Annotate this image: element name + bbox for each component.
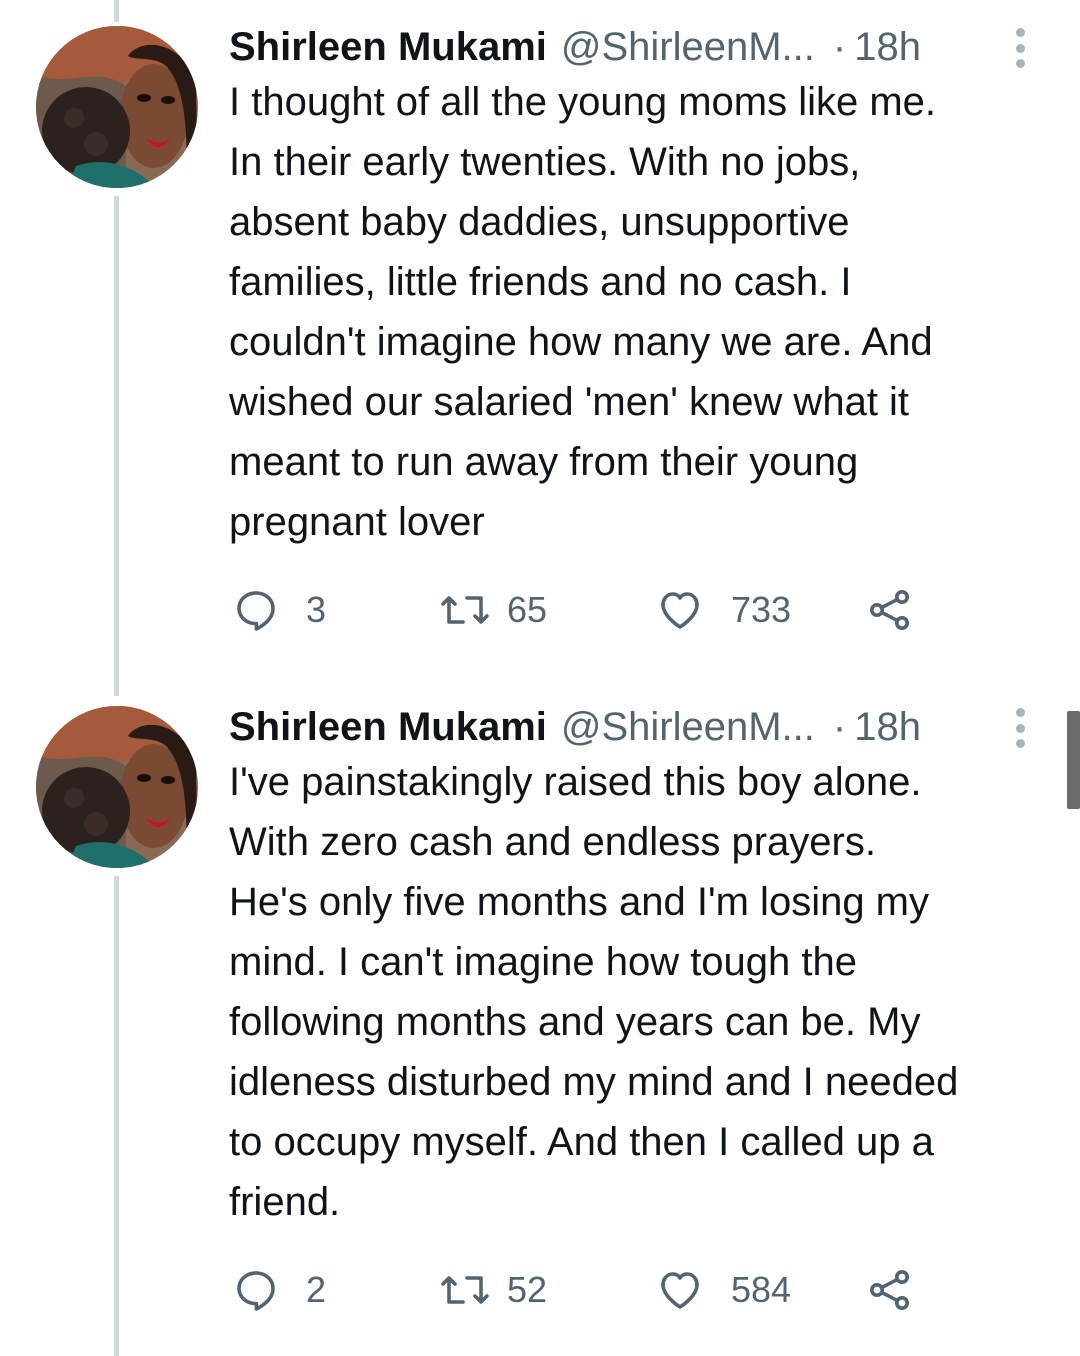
tweet-text-line: following months and years can be. My	[229, 1000, 921, 1044]
reply-count: 3	[306, 589, 327, 630]
author-name[interactable]: Shirleen Mukami	[229, 705, 547, 750]
author-name[interactable]: Shirleen Mukami	[229, 25, 547, 70]
tweet-actions: 3 65 733	[232, 585, 932, 635]
tweet-text: I've painstakingly raised this boy alone…	[229, 752, 1059, 1232]
tweet[interactable]: Shirleen Mukami @ShirleenM... · 18h I th…	[0, 22, 1080, 662]
thread-line-top	[114, 0, 119, 22]
tweet-text-line: couldn't imagine how many we are. And	[229, 320, 933, 364]
tweet-text-line: friend.	[229, 1180, 341, 1224]
tweet-text: I thought of all the young moms like me.…	[229, 72, 1059, 552]
tweet-text-line: absent baby daddies, unsupportive	[229, 200, 850, 244]
scrollbar-thumb[interactable]	[1067, 711, 1080, 809]
more-options-icon[interactable]	[1012, 28, 1028, 68]
tweet-text-line: meant to run away from their young	[229, 440, 859, 484]
share-icon	[870, 590, 909, 630]
retweet-button[interactable]: 65	[439, 585, 547, 635]
more-options-icon[interactable]	[1012, 708, 1028, 748]
separator-dot: ·	[832, 24, 847, 69]
tweet-header: Shirleen Mukami @ShirleenM... · 18h	[229, 702, 921, 752]
like-count: 733	[731, 589, 792, 630]
tweet-actions: 2 52 584	[232, 1265, 932, 1315]
share-button[interactable]	[866, 585, 914, 635]
tweet-thread: Shirleen Mukami @ShirleenM... · 18h I th…	[0, 0, 1080, 1356]
tweet-text-line: He's only five months and I'm losing my	[229, 880, 929, 924]
tweet-text-line: families, little friends and no cash. I	[229, 260, 852, 304]
retweet-icon	[441, 596, 489, 624]
retweet-count: 52	[507, 1269, 548, 1310]
tweet-text-line: idleness disturbed my mind and I needed	[229, 1060, 959, 1104]
separator-dot: ·	[832, 704, 847, 749]
like-icon	[661, 1272, 699, 1309]
tweet-text-line: to occupy myself. And then I called up a	[229, 1120, 934, 1164]
retweet-icon	[441, 1276, 489, 1304]
profile-photo-icon	[36, 706, 198, 868]
timestamp[interactable]: 18h	[854, 705, 921, 750]
like-icon	[661, 592, 699, 629]
profile-photo-icon	[36, 26, 198, 188]
avatar[interactable]	[36, 706, 198, 868]
timestamp[interactable]: 18h	[854, 25, 921, 70]
share-icon	[870, 1270, 909, 1310]
tweet-text-line: wished our salaried 'men' knew what it	[229, 380, 910, 424]
tweet-text-line: In their early twenties. With no jobs,	[229, 140, 861, 184]
reply-icon	[237, 1271, 275, 1311]
retweet-button[interactable]: 52	[439, 1265, 547, 1315]
like-count: 584	[731, 1269, 792, 1310]
tweet-text-line: I thought of all the young moms like me.	[229, 80, 937, 124]
like-button[interactable]: 733	[655, 585, 791, 635]
reply-icon	[237, 591, 275, 631]
tweet-text-line: I've painstakingly raised this boy alone…	[229, 760, 922, 804]
reply-count: 2	[306, 1269, 327, 1310]
retweet-count: 65	[507, 589, 548, 630]
author-handle[interactable]: @ShirleenM...	[561, 705, 815, 750]
share-button[interactable]	[866, 1265, 914, 1315]
tweet-text-line: mind. I can't imagine how tough the	[229, 940, 858, 984]
avatar[interactable]	[36, 26, 198, 188]
tweet-text-line: With zero cash and endless prayers.	[229, 820, 876, 864]
tweet-text-line: pregnant lover	[229, 500, 485, 544]
tweet-header: Shirleen Mukami @ShirleenM... · 18h	[229, 22, 921, 72]
reply-button[interactable]: 2	[232, 1265, 326, 1315]
author-handle[interactable]: @ShirleenM...	[561, 25, 815, 70]
tweet[interactable]: Shirleen Mukami @ShirleenM... · 18h I've…	[0, 702, 1080, 1342]
like-button[interactable]: 584	[655, 1265, 791, 1315]
reply-button[interactable]: 3	[232, 585, 326, 635]
